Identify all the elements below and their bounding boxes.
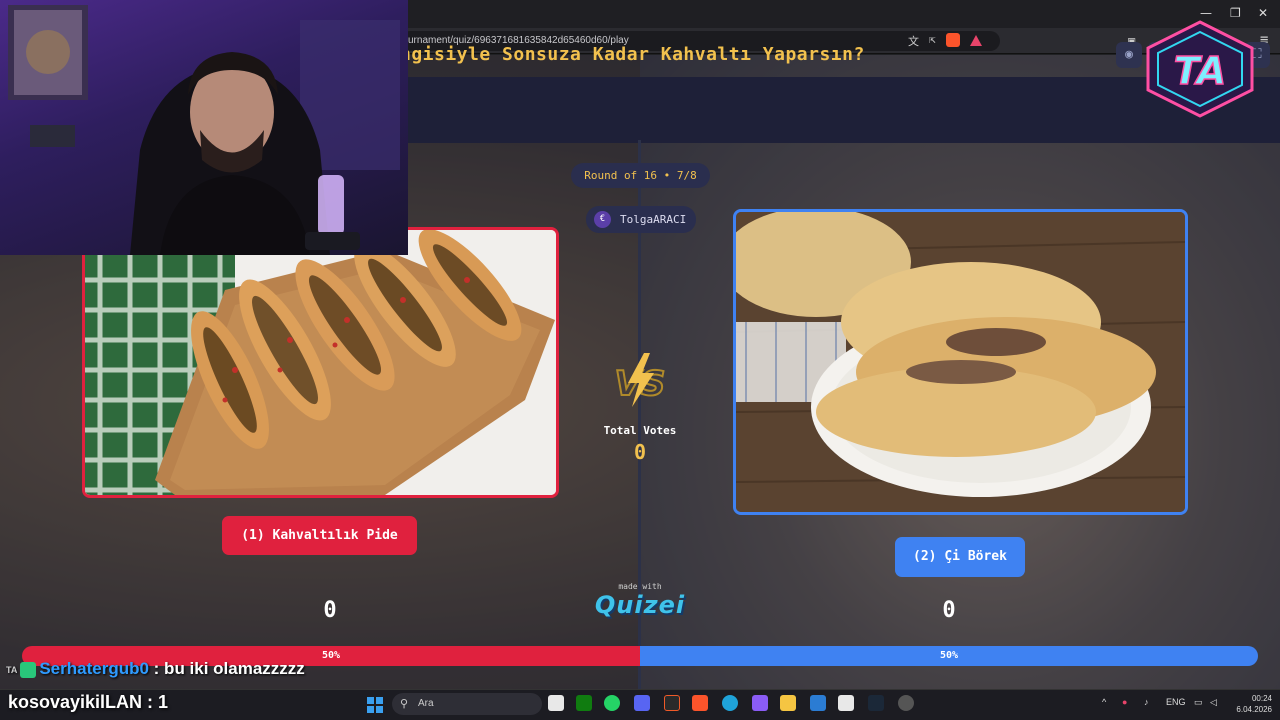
option-right-image[interactable]: [733, 209, 1188, 515]
language-indicator[interactable]: ENG: [1166, 697, 1186, 707]
share-icon[interactable]: ⇱: [929, 33, 936, 49]
quiz-title: ngisiyle Sonsuza Kadar Kahvaltı Yaparsın…: [400, 44, 865, 65]
quizei-logo[interactable]: Quizei: [590, 591, 690, 619]
option-left-image[interactable]: [82, 227, 559, 498]
brave-shield-icon[interactable]: [945, 33, 960, 47]
vs-logo: VS: [614, 353, 666, 407]
author-avatar: €: [594, 211, 611, 228]
clock-time: 00:24: [1251, 694, 1272, 703]
option-left-button[interactable]: (1) Kahvaltılık Pide: [222, 516, 417, 555]
whatsapp-icon[interactable]: [604, 695, 620, 711]
author-name: TolgaARACI: [620, 213, 687, 226]
app-icon[interactable]: [664, 695, 680, 711]
translate-icon[interactable]: 文: [908, 33, 919, 49]
edge-icon[interactable]: [722, 695, 738, 711]
copilot-icon[interactable]: [752, 695, 768, 711]
search-icon: ⚲: [400, 698, 409, 710]
xbox-icon[interactable]: [576, 695, 592, 711]
borek-illustration: [736, 212, 1185, 512]
tray-app-icon[interactable]: ●: [1122, 697, 1127, 707]
volume-icon[interactable]: ◁: [1210, 697, 1217, 708]
search-placeholder: Ara: [418, 698, 434, 709]
right-percent-bar: 50%: [640, 646, 1258, 666]
store-icon[interactable]: [838, 695, 854, 711]
file-explorer-icon[interactable]: [780, 695, 796, 711]
chat-platform-icon: TA: [6, 664, 18, 675]
logo-text: TA: [1174, 49, 1226, 93]
streamer-camera: [8, 5, 400, 255]
total-votes-count: 0: [633, 440, 647, 464]
network-icon[interactable]: ▭: [1194, 697, 1203, 708]
round-indicator: Round of 16 • 7/8: [571, 163, 710, 188]
pide-illustration: [85, 230, 556, 495]
chat-username: Serhatergub0: [39, 659, 149, 678]
option-right-button[interactable]: (2) Çi Börek: [895, 537, 1025, 577]
right-vote-count: 0: [942, 598, 956, 623]
chat-badge-icon: [20, 661, 37, 678]
made-with-label: made with: [618, 582, 662, 591]
tray-chevron-icon[interactable]: ^: [1102, 697, 1106, 707]
mail-icon[interactable]: [810, 695, 826, 711]
clock-date: 6.04.2026: [1236, 705, 1272, 714]
taskbar-clock[interactable]: 00:24 6.04.2026: [1228, 693, 1272, 715]
task-view-icon[interactable]: [548, 695, 564, 711]
chat-text: : bu iki olamazzzzz: [153, 659, 305, 678]
left-vote-count: 0: [323, 598, 337, 623]
taskbar-search[interactable]: ⚲ Ara: [392, 693, 542, 715]
view-button[interactable]: ◉: [1116, 42, 1142, 68]
chat-message: TA Serhatergub0 : bu iki olamazzzzz: [6, 659, 305, 679]
webcam-overlay: [0, 0, 408, 255]
obs-icon[interactable]: [898, 695, 914, 711]
windows-start-icon[interactable]: [367, 697, 383, 713]
discord-icon[interactable]: [634, 695, 650, 711]
address-bar-icons: 文 ⇱: [908, 33, 982, 49]
eye-icon: ◉: [1125, 47, 1133, 62]
stream-alert: kosovayikilLAN : 1: [8, 692, 169, 712]
brave-rewards-icon[interactable]: [969, 35, 982, 46]
steam-icon[interactable]: [868, 695, 884, 711]
brave-icon[interactable]: [692, 695, 708, 711]
stream-logo: TA: [1146, 20, 1254, 118]
microphone-icon[interactable]: ♪: [1144, 697, 1149, 707]
total-votes-label: Total Votes: [603, 424, 677, 437]
author-badge[interactable]: € TolgaARACI: [586, 206, 696, 233]
